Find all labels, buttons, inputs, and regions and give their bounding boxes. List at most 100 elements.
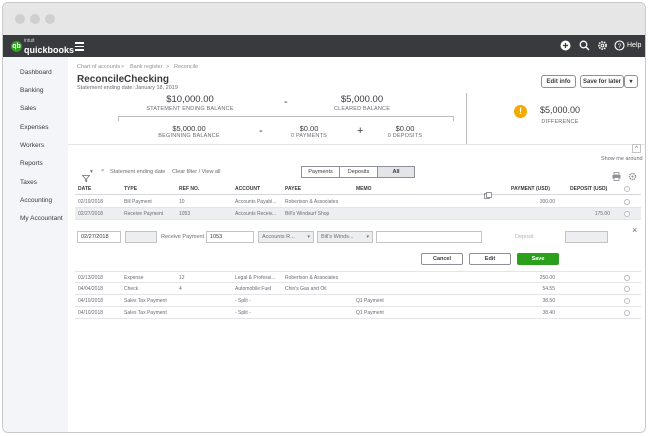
- edit-memo-input[interactable]: [376, 231, 482, 243]
- sidebar-item-sales[interactable]: Sales: [20, 105, 36, 112]
- help-icon[interactable]: ?: [613, 40, 625, 52]
- menu-icon[interactable]: [75, 42, 84, 51]
- table-row[interactable]: 04/10/2018 Sales Tax Payment - Split - Q…: [75, 307, 641, 319]
- help-label[interactable]: Help: [627, 42, 641, 49]
- breadcrumb-chart-of-accounts[interactable]: Chart of accounts: [77, 64, 120, 70]
- cell-ref: 12: [179, 275, 185, 281]
- cell-type: Receive Payment: [124, 211, 164, 217]
- save-options-dropdown[interactable]: ▾: [624, 75, 638, 88]
- sidebar-item-dashboard[interactable]: Dashboard: [20, 69, 52, 76]
- breadcrumb-reconcile: Reconcile: [174, 64, 199, 70]
- cancel-button[interactable]: Cancel: [421, 253, 463, 265]
- statement-ending-date: Statement ending date: January 18, 2019: [77, 85, 178, 91]
- cell-date: 02/19/2018: [78, 199, 104, 205]
- select-all-radio[interactable]: [624, 186, 630, 192]
- cleared-radio[interactable]: [624, 310, 630, 316]
- tab-payments[interactable]: Payments: [301, 166, 340, 178]
- edit-button[interactable]: Edit: [469, 253, 511, 265]
- attachment-icon: [484, 186, 492, 199]
- sidebar-item-expenses[interactable]: Expenses: [20, 124, 49, 131]
- filter-caret-icon[interactable]: ▾: [90, 169, 93, 175]
- show-me-around-link[interactable]: Show me around: [601, 156, 643, 162]
- cell-payment: 38.50: [542, 298, 555, 304]
- cell-memo: Q1 Payment: [356, 310, 384, 316]
- edit-ref-input[interactable]: 1053: [206, 231, 254, 243]
- sidebar-item-taxes[interactable]: Taxes: [20, 179, 37, 186]
- logo-text: intuit quickbooks: [24, 37, 74, 55]
- table-row[interactable]: 03/13/2018 Expense 12 Legal & Professi..…: [75, 271, 641, 283]
- column-date[interactable]: DATE: [78, 186, 91, 192]
- breadcrumb-bank-register[interactable]: Bank register: [130, 64, 162, 70]
- cleared-radio[interactable]: [624, 211, 630, 217]
- bracket-line: [453, 116, 454, 121]
- cell-date: 02/27/2018: [78, 211, 104, 217]
- column-memo[interactable]: MEMO: [356, 186, 372, 192]
- column-ref-no[interactable]: REF NO.: [179, 186, 199, 192]
- table-row[interactable]: 04/10/2018 Sales Tax Payment - Split - Q…: [75, 295, 641, 307]
- collapse-toggle[interactable]: ^: [632, 144, 641, 153]
- edit-payee-select[interactable]: Bill's Winds... ▾: [317, 231, 373, 243]
- cell-payee: Robertson & Associates: [285, 199, 339, 205]
- tab-deposits[interactable]: Deposits: [339, 166, 378, 178]
- cell-type: Sales Tax Payment: [124, 298, 167, 304]
- cleared-radio[interactable]: [624, 286, 630, 292]
- column-deposit[interactable]: DEPOSIT (USD): [570, 186, 607, 192]
- sidebar-item-banking[interactable]: Banking: [20, 87, 44, 94]
- edit-type-label: Receive Payment: [161, 234, 205, 240]
- quickbooks-logo[interactable]: qb intuit quickbooks: [11, 37, 74, 55]
- window-dot: [45, 14, 55, 24]
- deposits-amount: $0.00: [395, 124, 415, 133]
- settings-gear-icon[interactable]: [628, 168, 637, 181]
- breadcrumb-separator: >: [121, 64, 125, 70]
- table-header: DATE TYPE REF NO. ACCOUNT PAYEE MEMO PAY…: [75, 185, 641, 199]
- cell-date: 03/13/2018: [78, 275, 104, 281]
- column-payee[interactable]: PAYEE: [285, 186, 301, 192]
- edit-date-input[interactable]: 02/27/2018: [77, 231, 121, 243]
- sidebar-item-accounting[interactable]: Accounting: [20, 197, 52, 204]
- cell-payee: Chin's Gas and Oil: [285, 286, 327, 292]
- main-content: Chart of accounts > Bank register > Reco…: [68, 57, 645, 432]
- cell-ref: 4: [179, 286, 182, 292]
- clear-filter-icon[interactable]: ×: [101, 168, 104, 174]
- cell-payment: 300.00: [539, 199, 555, 205]
- minus-operator: -: [284, 96, 288, 108]
- top-bar: qb intuit quickbooks ? Help: [3, 35, 645, 57]
- deposits-label: 0 DEPOSITS: [387, 133, 423, 139]
- print-icon[interactable]: [612, 168, 621, 181]
- account-name: Checking: [124, 74, 170, 85]
- sidebar-item-my-accountant[interactable]: My Accountant: [20, 215, 63, 222]
- cleared-radio[interactable]: [624, 199, 630, 205]
- breadcrumb-separator: >: [166, 64, 170, 70]
- table-row[interactable]: 04/04/2018 Check 4 Automobile:Fuel Chin'…: [75, 283, 641, 295]
- table-row-selected[interactable]: 02/27/2018 Receive Payment 1053 Accounts…: [75, 208, 641, 220]
- search-icon[interactable]: [578, 40, 590, 52]
- edit-deposit-input: [565, 231, 608, 243]
- plus-icon[interactable]: [559, 40, 571, 52]
- edit-account-select[interactable]: Accounts R... ▾: [258, 231, 314, 243]
- sidebar-item-workers[interactable]: Workers: [20, 142, 44, 149]
- window-dot: [30, 14, 40, 24]
- column-type[interactable]: TYPE: [124, 186, 137, 192]
- edit-account-value: Accounts R...: [262, 234, 295, 240]
- table-row[interactable]: 02/19/2018 Bill Payment 10 Accounts Paya…: [75, 196, 641, 208]
- column-payment[interactable]: PAYMENT (USD): [511, 186, 550, 192]
- cleared-radio[interactable]: [624, 275, 630, 281]
- save-for-later-button[interactable]: Save for later: [580, 75, 624, 88]
- close-edit-icon[interactable]: ×: [632, 225, 637, 235]
- clear-filter-link[interactable]: Clear filter / View all: [172, 169, 221, 175]
- svg-text:?: ?: [617, 43, 621, 50]
- horizontal-divider: [68, 144, 645, 145]
- cleared-radio[interactable]: [624, 298, 630, 304]
- cell-date: 04/10/2018: [78, 310, 104, 316]
- chevron-down-icon: ▾: [629, 79, 633, 85]
- payments-label: 0 PAYMENTS: [290, 133, 328, 139]
- bracket-line: [118, 116, 454, 117]
- save-button[interactable]: Save: [517, 253, 559, 265]
- tab-all[interactable]: All: [377, 166, 415, 178]
- column-account[interactable]: ACCOUNT: [235, 186, 260, 192]
- edit-info-button[interactable]: Edit info: [541, 75, 576, 88]
- gear-icon[interactable]: [596, 40, 608, 52]
- cell-type: Expense: [124, 275, 144, 281]
- sidebar-item-reports[interactable]: Reports: [20, 160, 43, 167]
- sidebar: Dashboard Banking Sales Expenses Workers…: [3, 57, 68, 432]
